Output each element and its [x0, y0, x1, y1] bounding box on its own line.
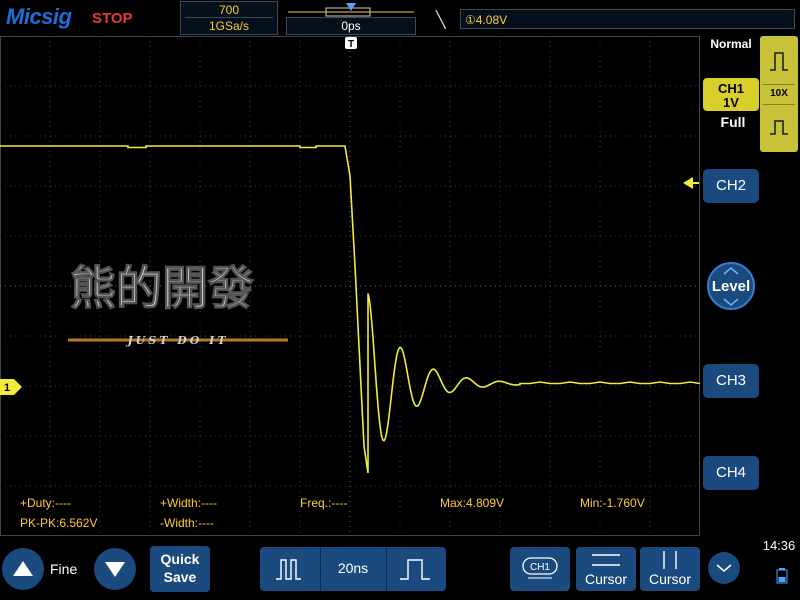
- measure-positive-width: +Width:----: [160, 496, 217, 510]
- probe-attenuation[interactable]: 10X: [760, 88, 798, 99]
- trigger-level-button[interactable]: Level: [707, 262, 755, 310]
- measure-frequency: Freq.:----: [300, 496, 348, 510]
- trigger-level-readout[interactable]: ①4.08V: [460, 9, 795, 29]
- clock: 14:36: [762, 538, 796, 553]
- svg-text:熊的開發: 熊的開發: [70, 261, 254, 315]
- measure-negative-width: -Width:----: [160, 516, 214, 530]
- quick-save-button[interactable]: Quick Save: [150, 546, 210, 592]
- fine-adjust-label[interactable]: Fine: [50, 561, 90, 577]
- timebase-control[interactable]: 20ns: [260, 547, 446, 591]
- chevron-up-icon: [723, 267, 739, 275]
- ch1-badge-icon: CH1: [522, 557, 558, 579]
- timebase-zoom-in-icon[interactable]: [398, 557, 434, 581]
- down-arrow-button[interactable]: [94, 548, 136, 590]
- memory-depth: 700: [218, 3, 240, 17]
- horizontal-cursor-button[interactable]: Cursor: [576, 547, 636, 591]
- divider: [185, 17, 273, 18]
- measure-positive-duty: +Duty:----: [20, 496, 71, 510]
- svg-text:JUST DO IT: JUST DO IT: [125, 334, 228, 347]
- run-stop-status[interactable]: STOP: [92, 10, 133, 27]
- svg-text:1: 1: [4, 382, 10, 394]
- svg-text:T: T: [348, 39, 354, 50]
- ch2-button[interactable]: CH2: [703, 169, 759, 203]
- trigger-position-marker: [346, 3, 356, 11]
- measure-max: Max:4.809V: [440, 496, 505, 510]
- ac-coupling-icon[interactable]: [768, 116, 790, 138]
- sample-rate: 1GSa/s: [208, 19, 250, 33]
- vertical-cursor-icon: [663, 551, 677, 569]
- timebase-value: 20ns: [337, 560, 369, 576]
- timebase-zoom-out-icon[interactable]: [274, 557, 306, 581]
- arrow-down-icon: [105, 562, 125, 577]
- trigger-time-marker[interactable]: T: [344, 36, 358, 50]
- measure-peak-to-peak: PK-PK:6.562V: [20, 516, 98, 530]
- arrow-up-icon: [13, 561, 33, 576]
- up-arrow-button[interactable]: [2, 548, 44, 590]
- trigger-position-bar[interactable]: [286, 2, 416, 18]
- acquisition-mode[interactable]: Normal: [704, 37, 758, 51]
- ch4-button[interactable]: CH4: [703, 456, 759, 490]
- svg-text:CH1: CH1: [530, 562, 550, 573]
- bandwidth-limit[interactable]: Full: [704, 114, 762, 130]
- brand-logo: Micsig: [6, 4, 72, 29]
- acquisition-info-box[interactable]: 700 1GSa/s: [180, 1, 278, 35]
- measure-min: Min:-1.760V: [580, 496, 645, 510]
- ch1-name: CH1: [717, 81, 744, 96]
- chevron-down-icon: [723, 298, 739, 306]
- ch1-offset-marker[interactable]: 1: [0, 379, 24, 395]
- falling-edge-icon[interactable]: ╲: [436, 10, 446, 30]
- trigger-level-marker[interactable]: [683, 177, 699, 189]
- chevron-down-icon: [716, 564, 732, 572]
- ch3-button[interactable]: CH3: [703, 364, 759, 398]
- battery-icon: [776, 568, 788, 584]
- expand-menu-button[interactable]: [708, 552, 740, 584]
- ch1-channel-tile[interactable]: CH1 1V: [703, 78, 759, 111]
- horizontal-cursor-icon: [592, 554, 620, 566]
- level-label: Level: [711, 278, 751, 295]
- dc-coupling-icon[interactable]: [768, 50, 790, 72]
- channel-select-button[interactable]: CH1: [510, 547, 570, 591]
- watermark-logo: 熊的開發 JUST DO IT: [68, 261, 288, 347]
- ch1-volts-per-div: 1V: [723, 95, 739, 110]
- trigger-position-readout[interactable]: 0ps: [286, 17, 416, 35]
- vertical-cursor-button[interactable]: Cursor: [640, 547, 700, 591]
